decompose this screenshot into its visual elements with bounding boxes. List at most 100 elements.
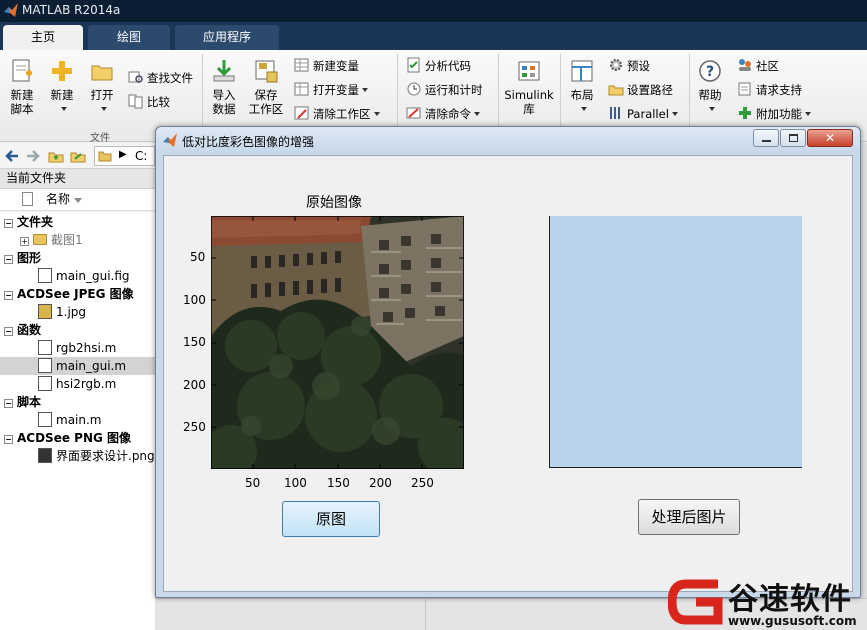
path-drive[interactable]: C: (135, 149, 147, 163)
y-tick-label: 250 (183, 420, 206, 434)
layout-button[interactable]: 布局 (566, 58, 598, 116)
import-data-icon (213, 60, 235, 82)
sort-desc-icon (74, 198, 82, 203)
community-button[interactable]: 社区 (737, 56, 779, 76)
layout-icon (571, 60, 593, 82)
parallel-icon (610, 107, 620, 119)
addons-button[interactable]: 附加功能 (737, 104, 811, 124)
list-group-header[interactable]: − 文件夹 (0, 213, 155, 231)
new-button[interactable]: 新建 (46, 58, 78, 116)
y-tick-label: 150 (183, 335, 206, 349)
list-item[interactable]: main_gui.fig (0, 267, 155, 285)
list-item[interactable]: + 截图1 (0, 231, 155, 249)
processed-image-axes[interactable] (549, 216, 802, 468)
file-list-header[interactable]: 名称 (0, 189, 155, 211)
figure-window: 低对比度彩色图像的增强 ✕ 原始图像 50 100 150 200 250 50… (155, 126, 861, 598)
list-group-header[interactable]: − 函数 (0, 321, 155, 339)
help-button[interactable]: ? 帮助 (694, 58, 726, 116)
community-label: 社区 (756, 59, 779, 73)
compare-icon (128, 94, 143, 109)
open-variable-button[interactable]: 打开变量 (294, 80, 368, 100)
list-group-header[interactable]: − 脚本 (0, 393, 155, 411)
request-support-button[interactable]: 请求支持 (737, 80, 802, 100)
back-arrow-icon[interactable] (4, 148, 20, 164)
collapse-icon[interactable]: − (4, 291, 13, 300)
fig-file-icon (38, 268, 52, 283)
forward-arrow-icon[interactable] (25, 148, 41, 164)
expand-icon[interactable]: + (20, 237, 29, 246)
item-label: 1.jpg (56, 305, 87, 319)
list-group-header[interactable]: − ACDSee PNG 图像 (0, 429, 155, 447)
help-icon: ? (699, 60, 721, 82)
ribbon-tab-row: 主页 绘图 应用程序 (0, 22, 867, 50)
list-item[interactable]: 界面要求设计.png (0, 447, 155, 465)
chevron-down-icon (805, 112, 811, 116)
figure-title-bar[interactable]: 低对比度彩色图像的增强 ✕ (156, 127, 860, 153)
find-files-button[interactable]: 查找文件 (128, 68, 193, 88)
new-variable-button[interactable]: 新建变量 (294, 56, 359, 76)
up-folder-icon[interactable] (48, 148, 64, 164)
gususoft-logo-icon (668, 579, 723, 625)
clear-workspace-button[interactable]: 清除工作区 (294, 104, 380, 124)
address-bar: ▶ C: (0, 143, 155, 169)
analyze-code-label: 分析代码 (425, 59, 471, 73)
maximize-icon (789, 134, 798, 142)
group-label: 图形 (17, 251, 42, 265)
close-button[interactable]: ✕ (807, 129, 853, 147)
tab-home[interactable]: 主页 (3, 25, 83, 50)
title-bar: MATLAB R2014a (0, 0, 867, 22)
path-field[interactable]: ▶ C: (94, 146, 155, 166)
list-item-selected[interactable]: main_gui.m (0, 357, 155, 375)
group-label: 文件夹 (17, 215, 54, 229)
preferences-button[interactable]: 预设 (608, 56, 650, 76)
new-script-label-1: 新建 (10, 88, 34, 102)
plus-green-icon (739, 107, 751, 119)
item-label: main.m (56, 413, 102, 427)
original-image-axes[interactable] (211, 216, 464, 469)
import-data-button[interactable]: 导入 数据 (207, 58, 241, 116)
compare-label: 比较 (147, 95, 170, 109)
collapse-icon[interactable]: − (4, 255, 13, 264)
run-and-time-button[interactable]: 运行和计时 (406, 80, 483, 100)
tab-plots[interactable]: 绘图 (88, 25, 170, 50)
collapse-icon[interactable]: − (4, 435, 13, 444)
preferences-label: 预设 (627, 59, 650, 73)
list-item[interactable]: rgb2hsi.m (0, 339, 155, 357)
new-label: 新建 (50, 88, 74, 102)
analyze-code-button[interactable]: 分析代码 (406, 56, 471, 76)
watermark: 谷速软件 www.gususoft.com (668, 574, 867, 630)
background-panel (860, 143, 867, 630)
compare-button[interactable]: 比较 (128, 92, 170, 112)
clear-commands-icon (406, 107, 421, 119)
set-path-button[interactable]: 设置路径 (608, 80, 673, 100)
parallel-button[interactable]: Parallel (608, 104, 678, 124)
processed-image-button[interactable]: 处理后图片 (638, 499, 740, 535)
path-separator-icon: ▶ (119, 149, 127, 160)
figure-window-title: 低对比度彩色图像的增强 (182, 135, 315, 149)
original-image-button[interactable]: 原图 (282, 501, 380, 537)
find-files-label: 查找文件 (147, 71, 193, 85)
new-script-label-2: 脚本 (10, 102, 34, 116)
simulink-library-button[interactable]: Simulink 库 (503, 58, 555, 116)
clear-commands-button[interactable]: 清除命令 (406, 104, 480, 124)
collapse-icon[interactable]: − (4, 399, 13, 408)
browse-folder-icon[interactable] (70, 148, 86, 164)
list-item[interactable]: 1.jpg (0, 303, 155, 321)
save-workspace-button[interactable]: 保存 工作区 (246, 58, 286, 116)
open-button[interactable]: 打开 (86, 58, 118, 116)
simulink-icon (518, 61, 540, 81)
watermark-brand: 谷速软件 (728, 582, 852, 617)
list-item[interactable]: main.m (0, 411, 155, 429)
minimize-button[interactable] (753, 129, 779, 147)
svg-text:?: ? (706, 64, 714, 80)
collapse-icon[interactable]: − (4, 327, 13, 336)
maximize-button[interactable] (780, 129, 806, 147)
new-script-button[interactable]: 新建 脚本 (4, 58, 40, 116)
list-group-header[interactable]: − 图形 (0, 249, 155, 267)
list-group-header[interactable]: − ACDSee JPEG 图像 (0, 285, 155, 303)
list-item[interactable]: hsi2rgb.m (0, 375, 155, 393)
gear-icon (610, 59, 622, 71)
tab-apps[interactable]: 应用程序 (175, 25, 279, 50)
item-label: main_gui.m (56, 359, 127, 373)
collapse-icon[interactable]: − (4, 219, 13, 228)
